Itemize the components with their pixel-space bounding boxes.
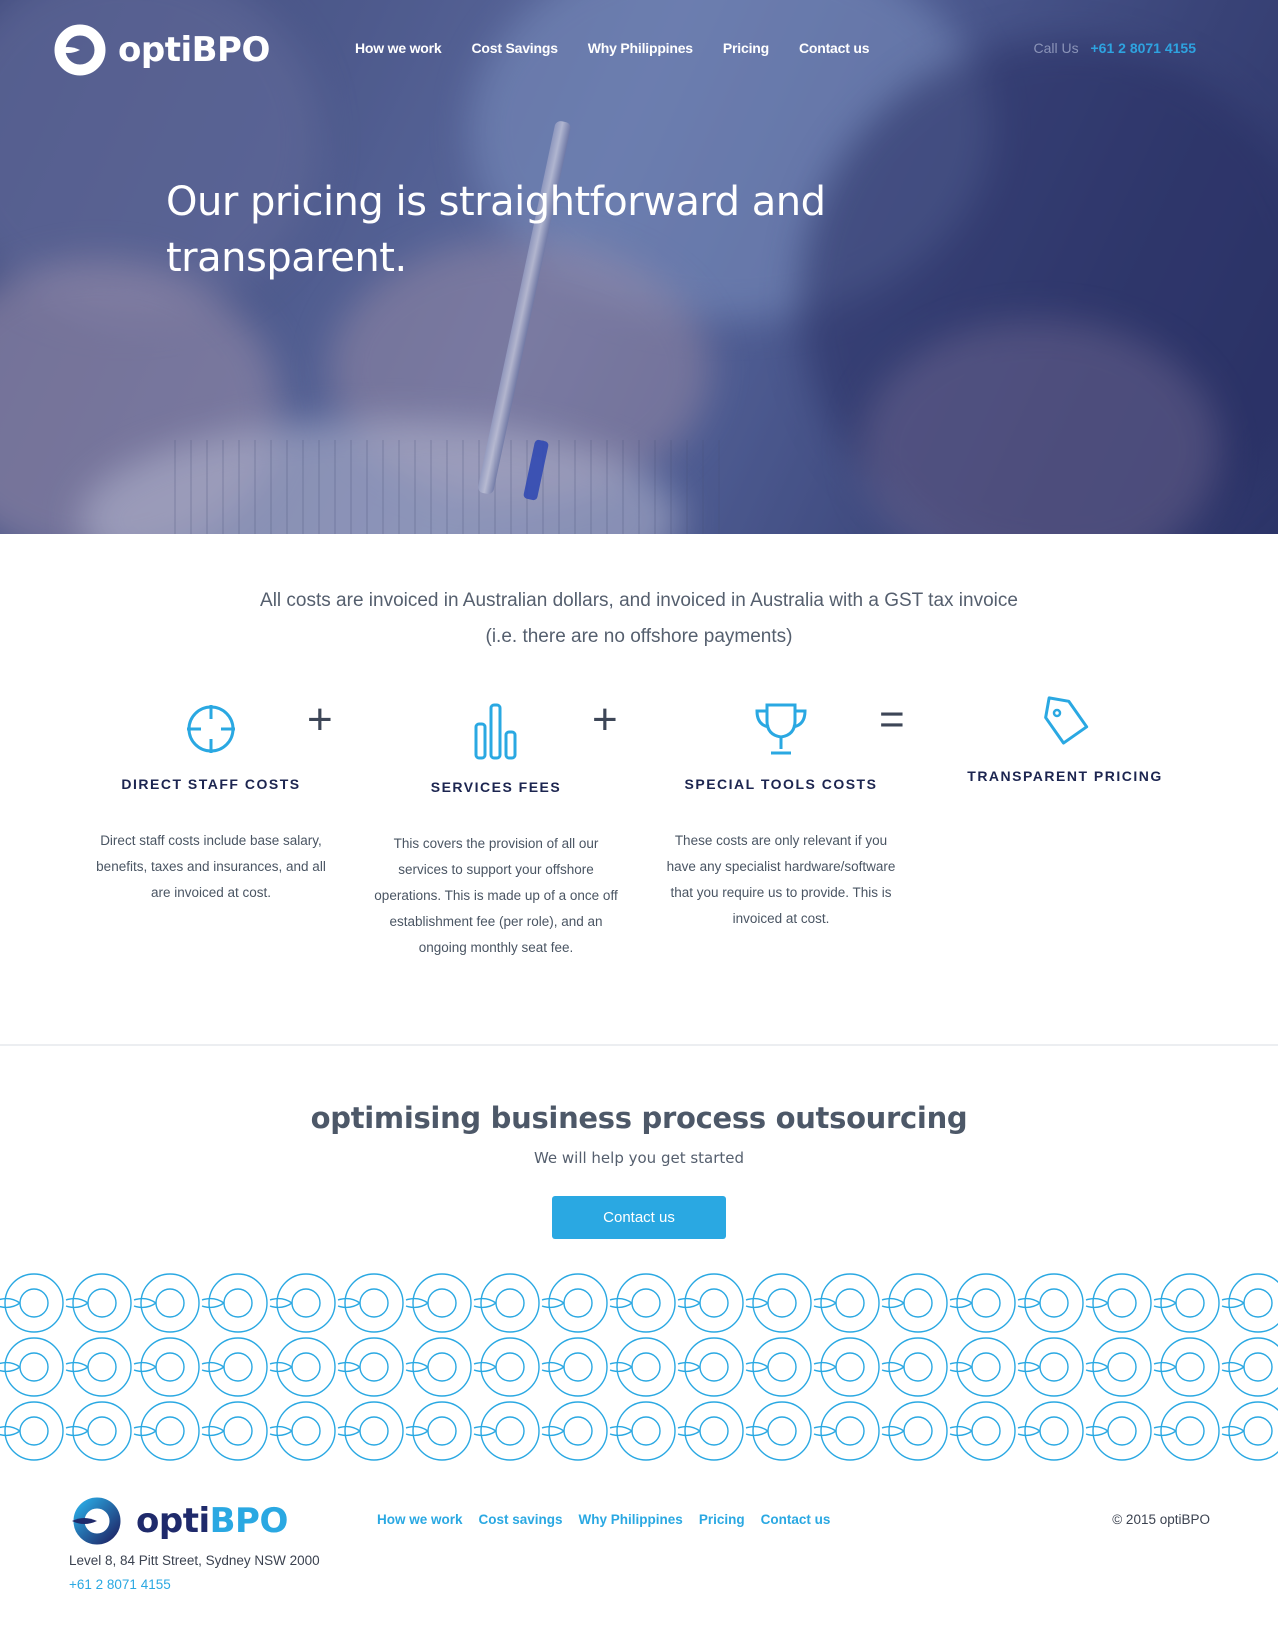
intro-text: All costs are invoiced in Australian dol… (260, 590, 1018, 647)
plus-operator: + (307, 695, 333, 744)
main-nav: How we work Cost Savings Why Philippines… (355, 40, 899, 56)
nav-pricing[interactable]: Pricing (723, 40, 769, 56)
footer-address: Level 8, 84 Pitt Street, Sydney NSW 2000 (69, 1553, 320, 1568)
pricing-item-description: These costs are only relevant if you hav… (666, 833, 896, 926)
trophy-icon (755, 703, 807, 755)
crosshair-icon (187, 705, 235, 753)
footer-brand: optiBPO (136, 1501, 288, 1541)
decorative-logo-pattern (0, 1271, 1278, 1461)
optibpo-logo-icon (72, 1497, 121, 1545)
pricing-item-transparent-pricing: TRANSPARENT PRICING (935, 692, 1195, 784)
optibpo-logo-icon (54, 24, 106, 76)
pricing-item-title: TRANSPARENT PRICING (967, 768, 1163, 784)
intro-section: All costs are invoiced in Australian dol… (0, 583, 1278, 655)
pricing-item-services-fees: SERVICES FEES This covers the provision … (366, 701, 626, 961)
footer-brand-part-b: BPO (209, 1501, 289, 1541)
cta-subtitle: We will help you get started (533, 1149, 745, 1167)
pricing-item-direct-staff: DIRECT STAFF COSTS Direct staff costs in… (81, 698, 341, 906)
footer-phone[interactable]: +61 2 8071 4155 (69, 1577, 171, 1592)
copyright: © 2015 optiBPO (1112, 1512, 1210, 1527)
tag-icon (1044, 696, 1089, 745)
cta-title: optimising business process outsourcing (310, 1101, 968, 1135)
footer-nav-why-philippines[interactable]: Why Philippines (579, 1512, 683, 1527)
pricing-item-description: Direct staff costs include base salary, … (96, 833, 326, 900)
section-divider (0, 1044, 1278, 1046)
plus-operator: + (592, 695, 618, 744)
equals-operator: = (879, 695, 905, 744)
footer-nav-contact-us[interactable]: Contact us (761, 1512, 831, 1527)
nav-why-philippines[interactable]: Why Philippines (588, 40, 693, 56)
pricing-item-description: This covers the provision of all our ser… (374, 836, 618, 955)
pricing-item-title: SERVICES FEES (430, 779, 562, 795)
footer-nav-pricing[interactable]: Pricing (699, 1512, 745, 1527)
pricing-item-title: SPECIAL TOOLS COSTS (684, 776, 878, 792)
nav-cost-savings[interactable]: Cost Savings (471, 40, 557, 56)
brand-name: optiBPO (118, 30, 270, 70)
footer-nav-how-we-work[interactable]: How we work (377, 1512, 463, 1527)
call-us-phone[interactable]: +61 2 8071 4155 (1091, 40, 1197, 56)
call-us: Call Us +61 2 8071 4155 (1033, 40, 1196, 56)
hero-title: Our pricing is straightforward and trans… (166, 179, 826, 281)
call-us-label: Call Us (1033, 40, 1079, 56)
logo-pattern-svg (0, 1271, 1278, 1461)
bar-chart-icon (474, 703, 517, 760)
hero-banner: optiBPO How we work Cost Savings Why Phi… (0, 0, 1278, 534)
pricing-item-special-tools: SPECIAL TOOLS COSTS These costs are only… (651, 698, 911, 932)
footer-logo[interactable]: optiBPO (70, 1497, 288, 1545)
nav-contact-us[interactable]: Contact us (799, 40, 870, 56)
footer-brand-part-a: opti (136, 1501, 210, 1541)
contact-us-button[interactable]: Contact us (552, 1196, 726, 1239)
nav-how-we-work[interactable]: How we work (355, 40, 442, 56)
footer-nav: How we work Cost savings Why Philippines… (377, 1512, 846, 1527)
header-logo[interactable]: optiBPO (54, 24, 270, 76)
pricing-item-title: DIRECT STAFF COSTS (121, 776, 301, 792)
footer-nav-cost-savings[interactable]: Cost savings (479, 1512, 563, 1527)
